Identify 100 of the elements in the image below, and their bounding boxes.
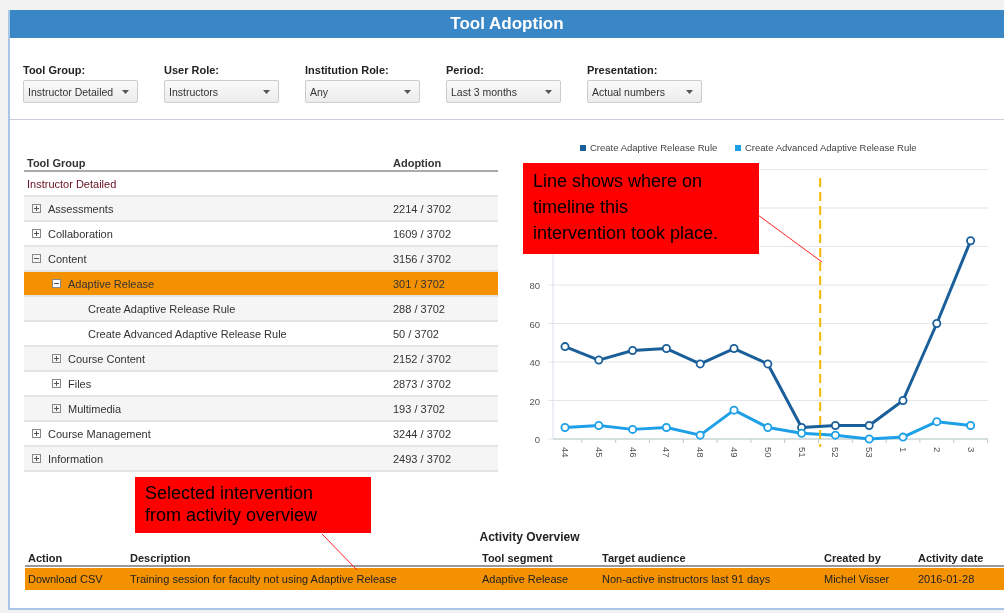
tree-row[interactable]: Create Adaptive Release Rule 288 / 3702 <box>24 297 498 322</box>
column-header: Created by <box>824 552 882 564</box>
x-tick-label: 3 <box>965 447 977 453</box>
filter-label: Presentation: <box>587 64 659 76</box>
data-point <box>594 421 604 431</box>
adoption-count: 288 / 3702 <box>393 302 446 315</box>
data-point <box>932 417 942 427</box>
data-point <box>898 396 908 405</box>
filter-label: Institution Role: <box>305 64 390 76</box>
plus-box-icon[interactable] <box>52 404 61 413</box>
x-tick-label: 47 <box>661 447 673 458</box>
leader-line <box>321 533 358 571</box>
tree-row[interactable]: Content 3156 / 3702 <box>24 247 498 272</box>
filter-dropdown[interactable]: Instructor Detailed <box>23 80 138 103</box>
data-point <box>729 344 739 354</box>
adoption-count: 3156 / 3702 <box>393 252 453 265</box>
adoption-count: 2493 / 3702 <box>393 452 453 465</box>
data-point <box>932 319 942 328</box>
y-tick-label: 60 <box>529 318 540 330</box>
tree-row[interactable]: Information 2493 / 3702 <box>24 447 498 472</box>
column-header: Activity date <box>918 552 985 564</box>
adoption-count: 301 / 3702 <box>393 277 446 290</box>
filter-dropdown[interactable]: Last 3 months <box>446 80 561 103</box>
data-point <box>830 430 840 440</box>
tree-row[interactable]: Multimedia 193 / 3702 <box>24 397 498 422</box>
x-tick-label: 52 <box>830 447 842 458</box>
table-cell-text: Download CSV <box>28 573 104 585</box>
caret-icon <box>263 89 270 94</box>
legend-label[interactable]: Create Adaptive Release Rule <box>590 142 718 153</box>
column-header: Tool segment <box>482 552 554 564</box>
tool-name: Create Advanced Adaptive Release Rule <box>88 327 287 340</box>
x-tick-label: 51 <box>796 447 808 458</box>
filter-label: Period: <box>446 64 485 76</box>
tool-name: Assessments <box>48 202 114 215</box>
data-point <box>628 424 638 434</box>
tree-row[interactable]: Course Content 2152 / 3702 <box>24 347 498 372</box>
data-point <box>560 342 570 352</box>
legend-label[interactable]: Create Advanced Adaptive Release Rule <box>745 142 917 153</box>
x-tick-label: 50 <box>762 447 774 458</box>
table-cell-text: Adaptive Release <box>482 573 570 585</box>
callout-note: Selected intervention from activity overview <box>135 477 371 533</box>
tool-name: Create Adaptive Release Rule <box>88 302 236 315</box>
plus-box-icon[interactable] <box>52 379 61 388</box>
activity-row[interactable]: Download CSV Training session for faculty not using Adaptive Release Adaptive Release Non-active instructors last 91 days Michel Visser 2016-01-28 <box>25 568 1004 590</box>
minus-box-icon[interactable] <box>52 279 61 288</box>
tool-name: Files <box>68 377 92 390</box>
table-cell-text: Michel Visser <box>824 573 891 585</box>
filter-dropdown[interactable]: Any <box>305 80 420 103</box>
adoption-count: 3244 / 3702 <box>393 427 453 440</box>
data-point <box>628 345 638 355</box>
adoption-count: 2152 / 3702 <box>393 352 453 365</box>
data-point <box>560 422 570 432</box>
y-tick-label: 80 <box>529 280 540 291</box>
minus-box-icon[interactable] <box>32 254 41 263</box>
x-tick-label: 1 <box>898 447 909 453</box>
tree-row[interactable]: Adaptive Release 301 / 3702 <box>24 272 498 297</box>
leader-line <box>757 214 823 263</box>
tree-row[interactable]: Assessments 2214 / 3702 <box>24 197 498 222</box>
y-tick-label: 40 <box>529 357 540 368</box>
tool-name: Multimedia <box>68 402 122 415</box>
data-point <box>661 422 671 432</box>
x-tick-label: 53 <box>864 447 876 458</box>
plus-box-icon[interactable] <box>32 454 41 463</box>
x-tick-label: 48 <box>695 447 707 458</box>
column-header: Description <box>130 552 192 564</box>
data-point <box>729 405 739 415</box>
data-point <box>830 421 840 431</box>
x-tick-label: 2 <box>931 447 943 453</box>
filter-label: Tool Group: <box>23 64 87 76</box>
x-tick-label: 45 <box>593 447 605 458</box>
plus-box-icon[interactable] <box>52 354 61 363</box>
tool-name: Adaptive Release <box>68 277 155 290</box>
table-cell-text: Non-active instructors last 91 days <box>602 573 772 585</box>
adoption-count: 50 / 3702 <box>393 327 440 340</box>
column-header: Action <box>28 552 64 564</box>
table-cell-text: Training session for faculty not using Adaptive Release <box>130 573 398 585</box>
column-header: Adoption <box>393 157 443 169</box>
data-point <box>864 421 874 431</box>
column-header: Tool Group <box>26 157 87 169</box>
data-point <box>966 421 976 431</box>
data-point <box>594 355 604 365</box>
data-point <box>695 430 705 440</box>
filter-dropdown[interactable]: Instructors <box>164 80 279 103</box>
plus-box-icon[interactable] <box>32 429 41 438</box>
plus-box-icon[interactable] <box>32 204 41 213</box>
page-title: Tool Adoption <box>450 14 564 34</box>
y-tick-label: 0 <box>534 434 540 445</box>
data-point <box>763 422 773 432</box>
legend-swatch <box>735 145 741 151</box>
adoption-count: 2873 / 3702 <box>393 377 453 390</box>
x-tick-label: 46 <box>627 447 639 458</box>
callout-note: Line shows where on timeline this intervention took place. <box>523 163 759 254</box>
filter-dropdown[interactable]: Actual numbers <box>587 80 702 103</box>
plus-box-icon[interactable] <box>32 229 41 238</box>
caret-icon <box>545 89 552 94</box>
section-title: Activity Overview <box>478 530 581 544</box>
tool-name: Course Content <box>68 352 146 365</box>
tool-name: Instructor Detailed <box>27 177 117 190</box>
adoption-count: 1609 / 3702 <box>393 227 453 240</box>
tool-name: Course Management <box>48 427 151 440</box>
